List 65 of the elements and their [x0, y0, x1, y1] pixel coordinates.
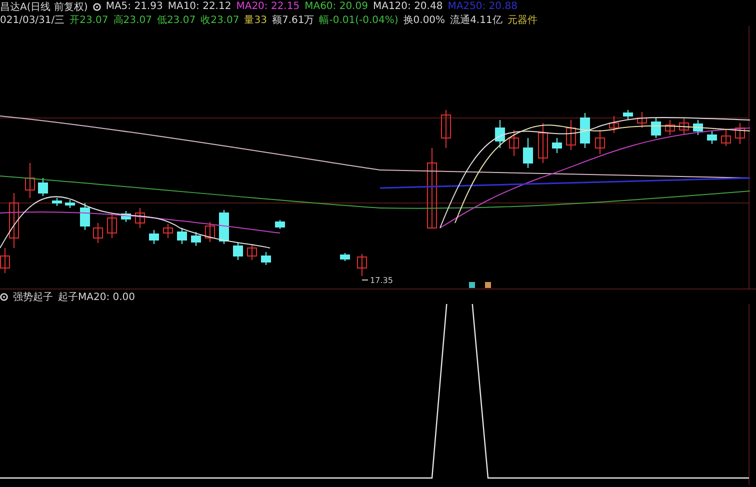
candlestick: [637, 112, 647, 128]
candlestick: [80, 202, 90, 230]
candlestick: [107, 212, 117, 238]
candlestick: [205, 222, 215, 242]
quote-field: 流通4.11亿: [450, 12, 502, 26]
settings-icon[interactable]: [92, 2, 101, 10]
settings-icon[interactable]: [0, 293, 8, 301]
candlestick: [357, 254, 367, 276]
candlestick: [25, 162, 35, 198]
candlestick: [191, 232, 201, 246]
ma-legend: MA60: 20.09: [304, 1, 368, 12]
candlestick: [233, 242, 243, 260]
candlestick: [149, 230, 159, 244]
candlestick: [121, 210, 131, 222]
candlestick: [707, 130, 717, 144]
candlestick: [177, 228, 187, 244]
candlestick: [651, 118, 661, 138]
quote-field: 换0.00%: [403, 12, 446, 26]
quote-field: 量33: [244, 12, 267, 26]
candlestick: [509, 130, 519, 156]
candlestick: [52, 198, 62, 206]
candlestick: [693, 120, 703, 136]
quote-field: 低23.07: [156, 12, 196, 26]
quote-field: 高23.07: [113, 12, 152, 26]
candlestick: [735, 122, 745, 144]
ma-legend: MA120: 20.48: [372, 1, 443, 12]
candlestick: [135, 208, 145, 228]
marker-icon[interactable]: [485, 282, 491, 288]
marker-icon[interactable]: [469, 282, 475, 288]
candlestick: [495, 120, 505, 148]
indicator-name: 强势起子: [13, 290, 53, 304]
ma-legend: MA10: 22.12: [168, 1, 232, 12]
ma-legend: MA250: 20.88: [448, 1, 518, 12]
stock-title: 昌达A(日线 前复权): [0, 0, 88, 14]
candlestick: [609, 116, 619, 134]
candlestick: [261, 252, 271, 266]
candlestick: [566, 120, 576, 150]
quote-field: 021/03/31/三: [0, 12, 65, 26]
candlestick: [441, 110, 451, 148]
low-price-label: 17.35: [370, 276, 393, 285]
indicator-value: 起子MA20: 0.00: [58, 290, 136, 304]
candlestick: [552, 138, 562, 154]
candlestick: [163, 224, 173, 238]
quote-field: 开23.07: [70, 12, 108, 26]
candlestick: [538, 122, 548, 164]
candlestick: [93, 222, 103, 244]
candlestick: [219, 210, 229, 244]
candlestick: [65, 200, 75, 208]
candlestick: [523, 138, 533, 168]
candlestick: [721, 130, 731, 146]
candlestick: [623, 110, 633, 120]
candlestick: [580, 112, 590, 148]
candlestick: [38, 178, 48, 196]
quote-field: 收23.07: [200, 12, 240, 26]
candlestick: [665, 120, 675, 136]
quote-field: 额7.61万: [272, 12, 314, 26]
candlestick: [679, 118, 689, 134]
quote-field: 元器件: [507, 12, 538, 26]
candlestick: [595, 130, 605, 154]
ma-legend: MA20: 22.15: [236, 1, 300, 12]
quote-field: 幅-0.01(-0.04%): [319, 12, 398, 26]
candlestick: [275, 220, 285, 230]
candlestick: [340, 252, 350, 262]
candlestick: [247, 244, 257, 260]
ma-legend: MA5: 21.93: [106, 1, 163, 12]
